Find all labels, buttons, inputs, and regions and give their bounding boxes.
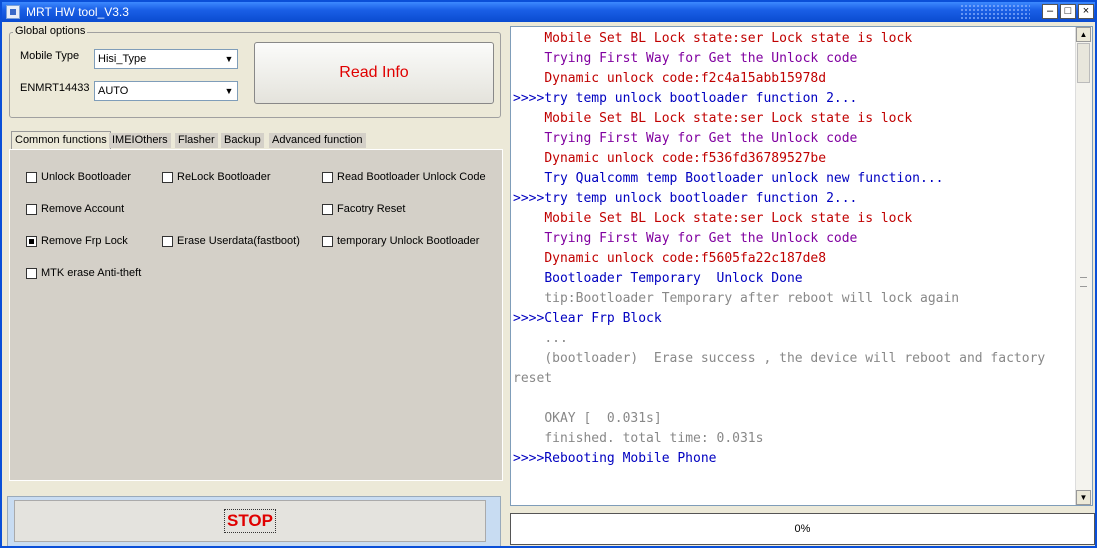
checkbox-label: Remove Account [41,203,125,215]
radio-selected-dot [29,238,34,244]
log-line: Dynamic unlock code:f2c4a15abb15978d [513,71,827,86]
log-line: Bootloader Temporary Unlock Done [513,271,803,286]
tab-common-functions[interactable]: Common functions [11,131,111,149]
remove-frp-lock-radio[interactable]: Remove Frp Lock [26,235,128,247]
chevron-down-icon[interactable]: ▼ [221,50,237,68]
log-line: Try Qualcomm temp Bootloader unlock new … [513,171,944,186]
common-functions-panel [9,149,503,481]
read-info-button[interactable]: Read Info [254,42,494,104]
log-line: Trying First Way for Get the Unlock code [513,131,858,146]
chevron-down-icon[interactable]: ▼ [221,82,237,100]
close-button[interactable]: × [1078,4,1094,19]
enmrt-select[interactable]: AUTO ▼ [94,81,238,101]
checkbox-box[interactable] [26,171,37,183]
log-line: tip:Bootloader Temporary after reboot wi… [513,291,960,306]
log-scrollbar[interactable]: ▲ ▼ [1075,27,1092,505]
factory-reset-checkbox[interactable]: Facotry Reset [322,203,405,215]
checkbox-box[interactable] [26,267,37,279]
progress-label: 0% [794,523,811,535]
tab-flasher[interactable]: Flasher [175,133,218,148]
mobile-type-value: Hisi_Type [98,53,147,65]
log-line: >>>>try temp unlock bootloader function … [513,91,858,106]
scroll-thumb[interactable] [1077,43,1090,83]
log-line: >>>>try temp unlock bootloader function … [513,191,858,206]
checkbox-label: Facotry Reset [337,203,406,215]
mobile-type-label: Mobile Type [20,50,80,62]
radio-label: Remove Frp Lock [41,235,128,247]
log-line: Mobile Set BL Lock state:ser Lock state … [513,111,913,126]
log-line: Dynamic unlock code:f536fd36789527be [513,151,827,166]
tab-backup[interactable]: Backup [221,133,264,148]
stop-button[interactable]: STOP [14,500,486,542]
read-info-label: Read Info [339,64,409,81]
log-line: (bootloader) Erase success , the device … [513,351,1054,386]
tab-imei-others[interactable]: IMEIOthers [109,133,171,148]
erase-userdata-checkbox[interactable]: Erase Userdata(fastboot) [162,235,300,247]
unlock-bootloader-checkbox[interactable]: Unlock Bootloader [26,171,131,183]
read-bootloader-unlock-code-checkbox[interactable]: Read Bootloader Unlock Code [322,171,486,183]
maximize-button[interactable]: □ [1060,4,1076,19]
progress-bar: 0% [510,513,1095,545]
log-line: Trying First Way for Get the Unlock code [513,231,858,246]
checkbox-label: MTK erase Anti-theft [41,267,142,279]
log-line: Trying First Way for Get the Unlock code [513,51,858,66]
title-bar[interactable]: MRT HW tool_V3.3 – □ × [2,2,1095,22]
radio-box[interactable] [26,235,37,247]
enmrt-label: ENMRT14433 [20,82,90,94]
checkbox-box[interactable] [162,171,173,183]
checkbox-label: Read Bootloader Unlock Code [337,171,486,183]
log-line: OKAY [ 0.031s] [513,411,662,426]
log-line: finished. total time: 0.031s [513,431,764,446]
checkbox-label: ReLock Bootloader [177,171,271,183]
global-options-legend: Global options [13,25,88,37]
checkbox-label: Erase Userdata(fastboot) [177,235,300,247]
log-line: >>>>Clear Frp Block [513,311,662,326]
tab-advanced-function[interactable]: Advanced function [269,133,366,148]
relock-bootloader-checkbox[interactable]: ReLock Bootloader [162,171,271,183]
log-output[interactable]: Mobile Set BL Lock state:ser Lock state … [510,26,1093,506]
mtk-erase-anti-theft-checkbox[interactable]: MTK erase Anti-theft [26,267,141,279]
enmrt-value: AUTO [98,85,129,97]
checkbox-box[interactable] [26,203,37,215]
scroll-grip-icon [1080,277,1087,287]
title-decoration [960,4,1030,20]
log-line: >>>>Rebooting Mobile Phone [513,451,717,466]
checkbox-box[interactable] [322,235,333,247]
log-line: Dynamic unlock code:f5605fa22c187de8 [513,251,827,266]
app-window: MRT HW tool_V3.3 – □ × Global options Mo… [0,0,1097,548]
log-line: ... [513,331,568,346]
scroll-up-icon[interactable]: ▲ [1076,27,1091,42]
log-lines: Mobile Set BL Lock state:ser Lock state … [513,29,1075,469]
remove-account-checkbox[interactable]: Remove Account [26,203,124,215]
window-title: MRT HW tool_V3.3 [26,5,129,19]
minimize-button[interactable]: – [1042,4,1058,19]
temporary-unlock-bootloader-checkbox[interactable]: temporary Unlock Bootloader [322,235,479,247]
mobile-type-select[interactable]: Hisi_Type ▼ [94,49,238,69]
scroll-down-icon[interactable]: ▼ [1076,490,1091,505]
log-line: Mobile Set BL Lock state:ser Lock state … [513,211,913,226]
checkbox-box[interactable] [322,171,333,183]
stop-label: STOP [224,509,276,533]
checkbox-label: Unlock Bootloader [41,171,131,183]
log-line: Mobile Set BL Lock state:ser Lock state … [513,31,913,46]
checkbox-box[interactable] [162,235,173,247]
checkbox-label: temporary Unlock Bootloader [337,235,480,247]
checkbox-box[interactable] [322,203,333,215]
app-icon [6,5,20,19]
